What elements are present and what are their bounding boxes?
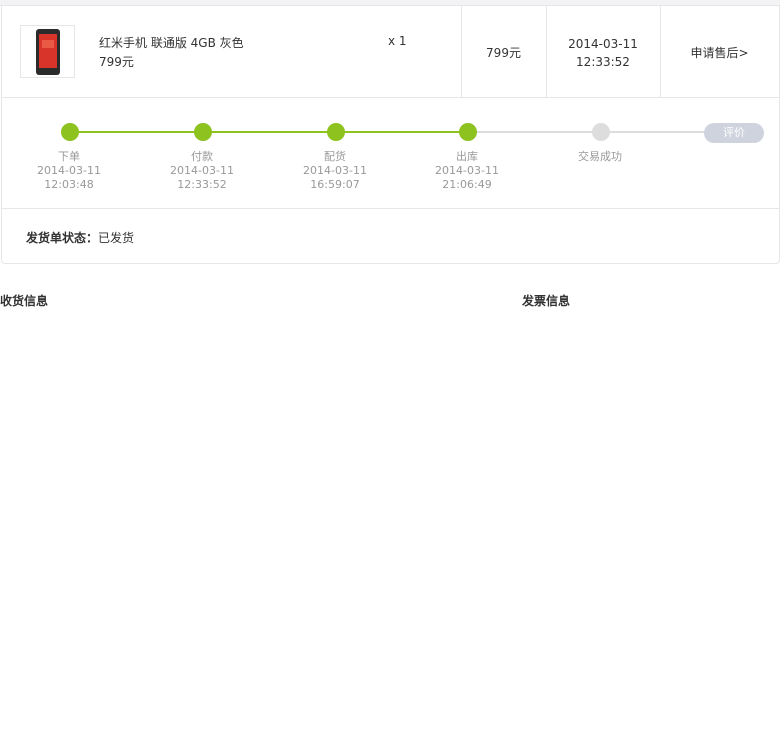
- step-payment: 付款 2014-03-11 12:33:52: [157, 150, 247, 192]
- product-unit-price: 799元: [99, 55, 134, 69]
- step-time: 16:59:07: [310, 178, 360, 191]
- step-dot-payment: [194, 123, 212, 141]
- shipping-info-title: 收货信息: [0, 294, 49, 308]
- product-price: 799元: [486, 46, 521, 60]
- step-order: 下单 2014-03-11 12:03:48: [24, 150, 114, 192]
- step-dot-order: [61, 123, 79, 141]
- step-label: 下单: [58, 150, 80, 163]
- step-label: 付款: [191, 150, 213, 163]
- shipment-status-value: 已发货: [98, 231, 135, 245]
- order-date: 2014-03-11: [568, 37, 638, 51]
- step-picking: 配货 2014-03-11 16:59:07: [290, 150, 380, 192]
- order-progress: 下单 2014-03-11 12:03:48 付款 2014-03-11 12:…: [2, 97, 779, 209]
- review-button[interactable]: 评价: [704, 123, 764, 143]
- phone-screen: [39, 34, 57, 68]
- step-date: 2014-03-11: [37, 164, 101, 177]
- step-time: 12:33:52: [177, 178, 227, 191]
- step-time: 21:06:49: [442, 178, 492, 191]
- step-complete: 交易成功: [555, 150, 645, 164]
- step-time: 12:03:48: [44, 178, 94, 191]
- step-label: 配货: [324, 150, 346, 163]
- step-dot-complete: [592, 123, 610, 141]
- product-name[interactable]: 红米手机 联通版 4GB 灰色: [99, 34, 244, 51]
- shipment-status: 发货单状态：已发货: [26, 229, 134, 246]
- invoice-info-title: 发票信息: [522, 294, 571, 308]
- step-outbound: 出库 2014-03-11 21:06:49: [422, 150, 512, 192]
- step-dot-picking: [327, 123, 345, 141]
- shipment-status-label: 发货单状态：: [26, 231, 99, 245]
- order-card: 红米手机 联通版 4GB 灰色 799元 x 1 799元 2014-03-11…: [1, 5, 780, 264]
- product-row: 红米手机 联通版 4GB 灰色 799元 x 1 799元 2014-03-11…: [2, 6, 779, 98]
- product-thumbnail[interactable]: [20, 25, 75, 78]
- progress-track-done: [70, 131, 470, 133]
- step-date: 2014-03-11: [303, 164, 367, 177]
- step-dot-outbound: [459, 123, 477, 141]
- step-label: 交易成功: [578, 150, 622, 163]
- phone-image: [36, 29, 60, 75]
- step-date: 2014-03-11: [170, 164, 234, 177]
- product-quantity: x 1: [388, 34, 407, 48]
- step-label: 出库: [456, 150, 478, 163]
- after-sale-link[interactable]: 申请售后>: [660, 44, 779, 61]
- step-date: 2014-03-11: [435, 164, 499, 177]
- order-time: 12:33:52: [576, 55, 630, 69]
- order-datetime: 2014-03-11 12:33:52: [546, 35, 660, 71]
